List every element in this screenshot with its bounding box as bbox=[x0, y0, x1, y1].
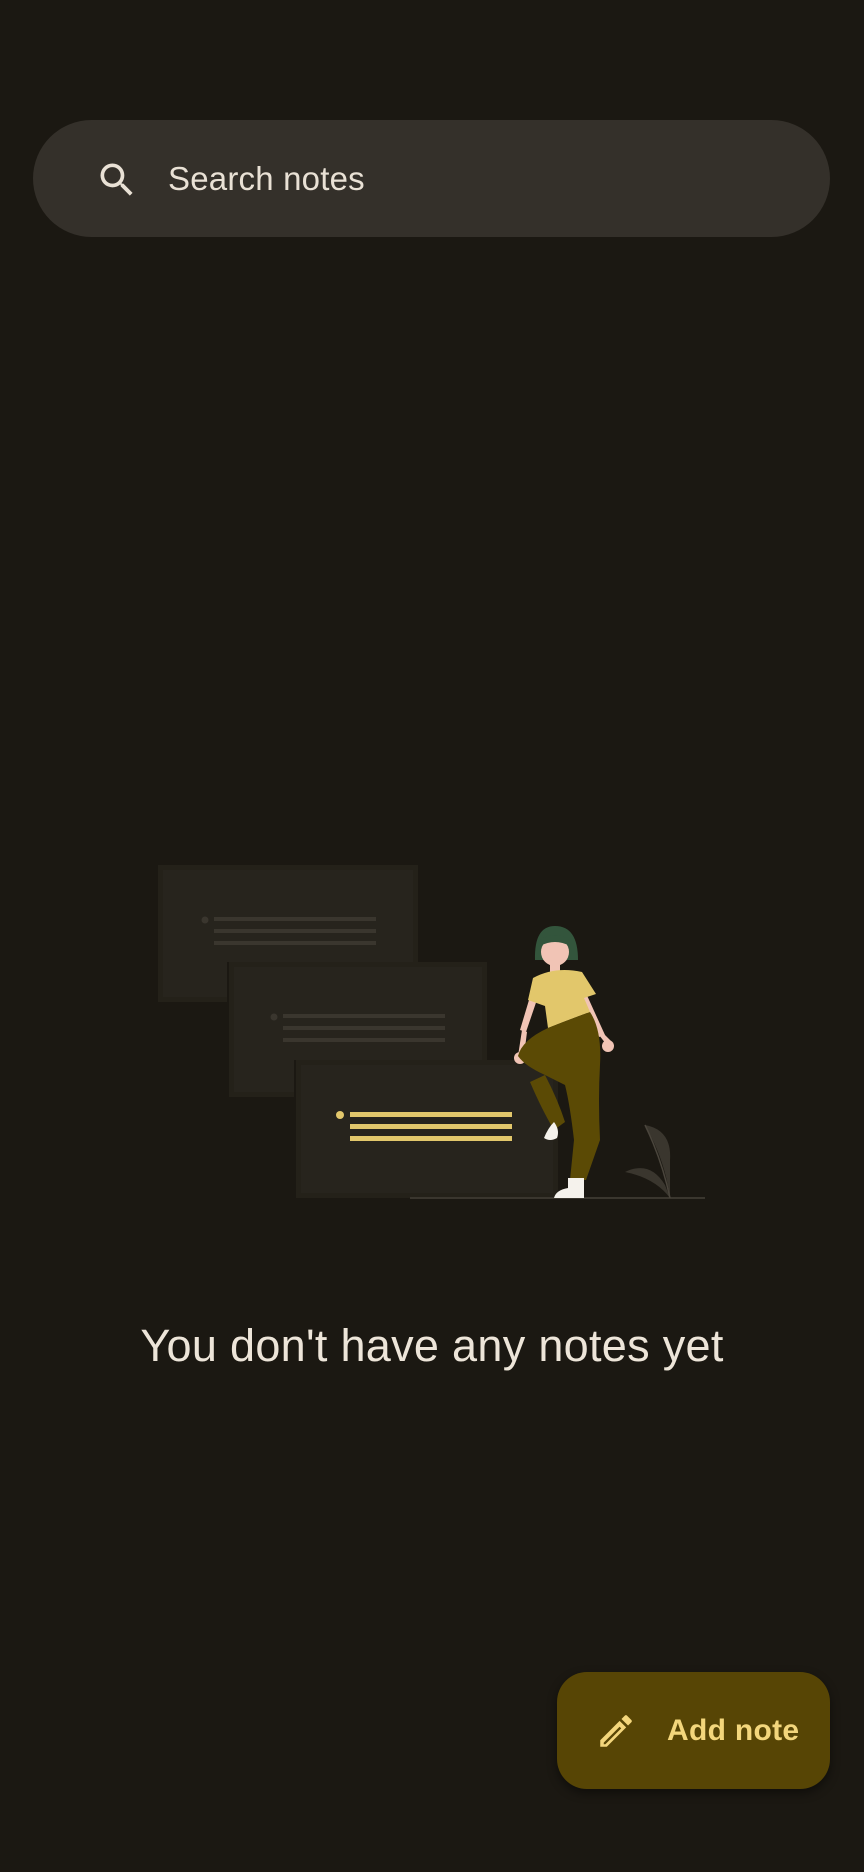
empty-state-message: You don't have any notes yet bbox=[140, 1320, 724, 1371]
add-note-label: Add note bbox=[667, 1714, 800, 1747]
add-note-button[interactable]: Add note bbox=[557, 1672, 830, 1789]
empty-notes-illustration bbox=[158, 865, 705, 1199]
search-icon bbox=[100, 163, 133, 196]
search-bar[interactable]: Search notes bbox=[33, 120, 830, 237]
search-input[interactable]: Search notes bbox=[168, 120, 365, 237]
plant-decoration bbox=[625, 1124, 671, 1199]
note-card-front bbox=[294, 1060, 559, 1198]
pencil-icon bbox=[600, 1715, 632, 1747]
